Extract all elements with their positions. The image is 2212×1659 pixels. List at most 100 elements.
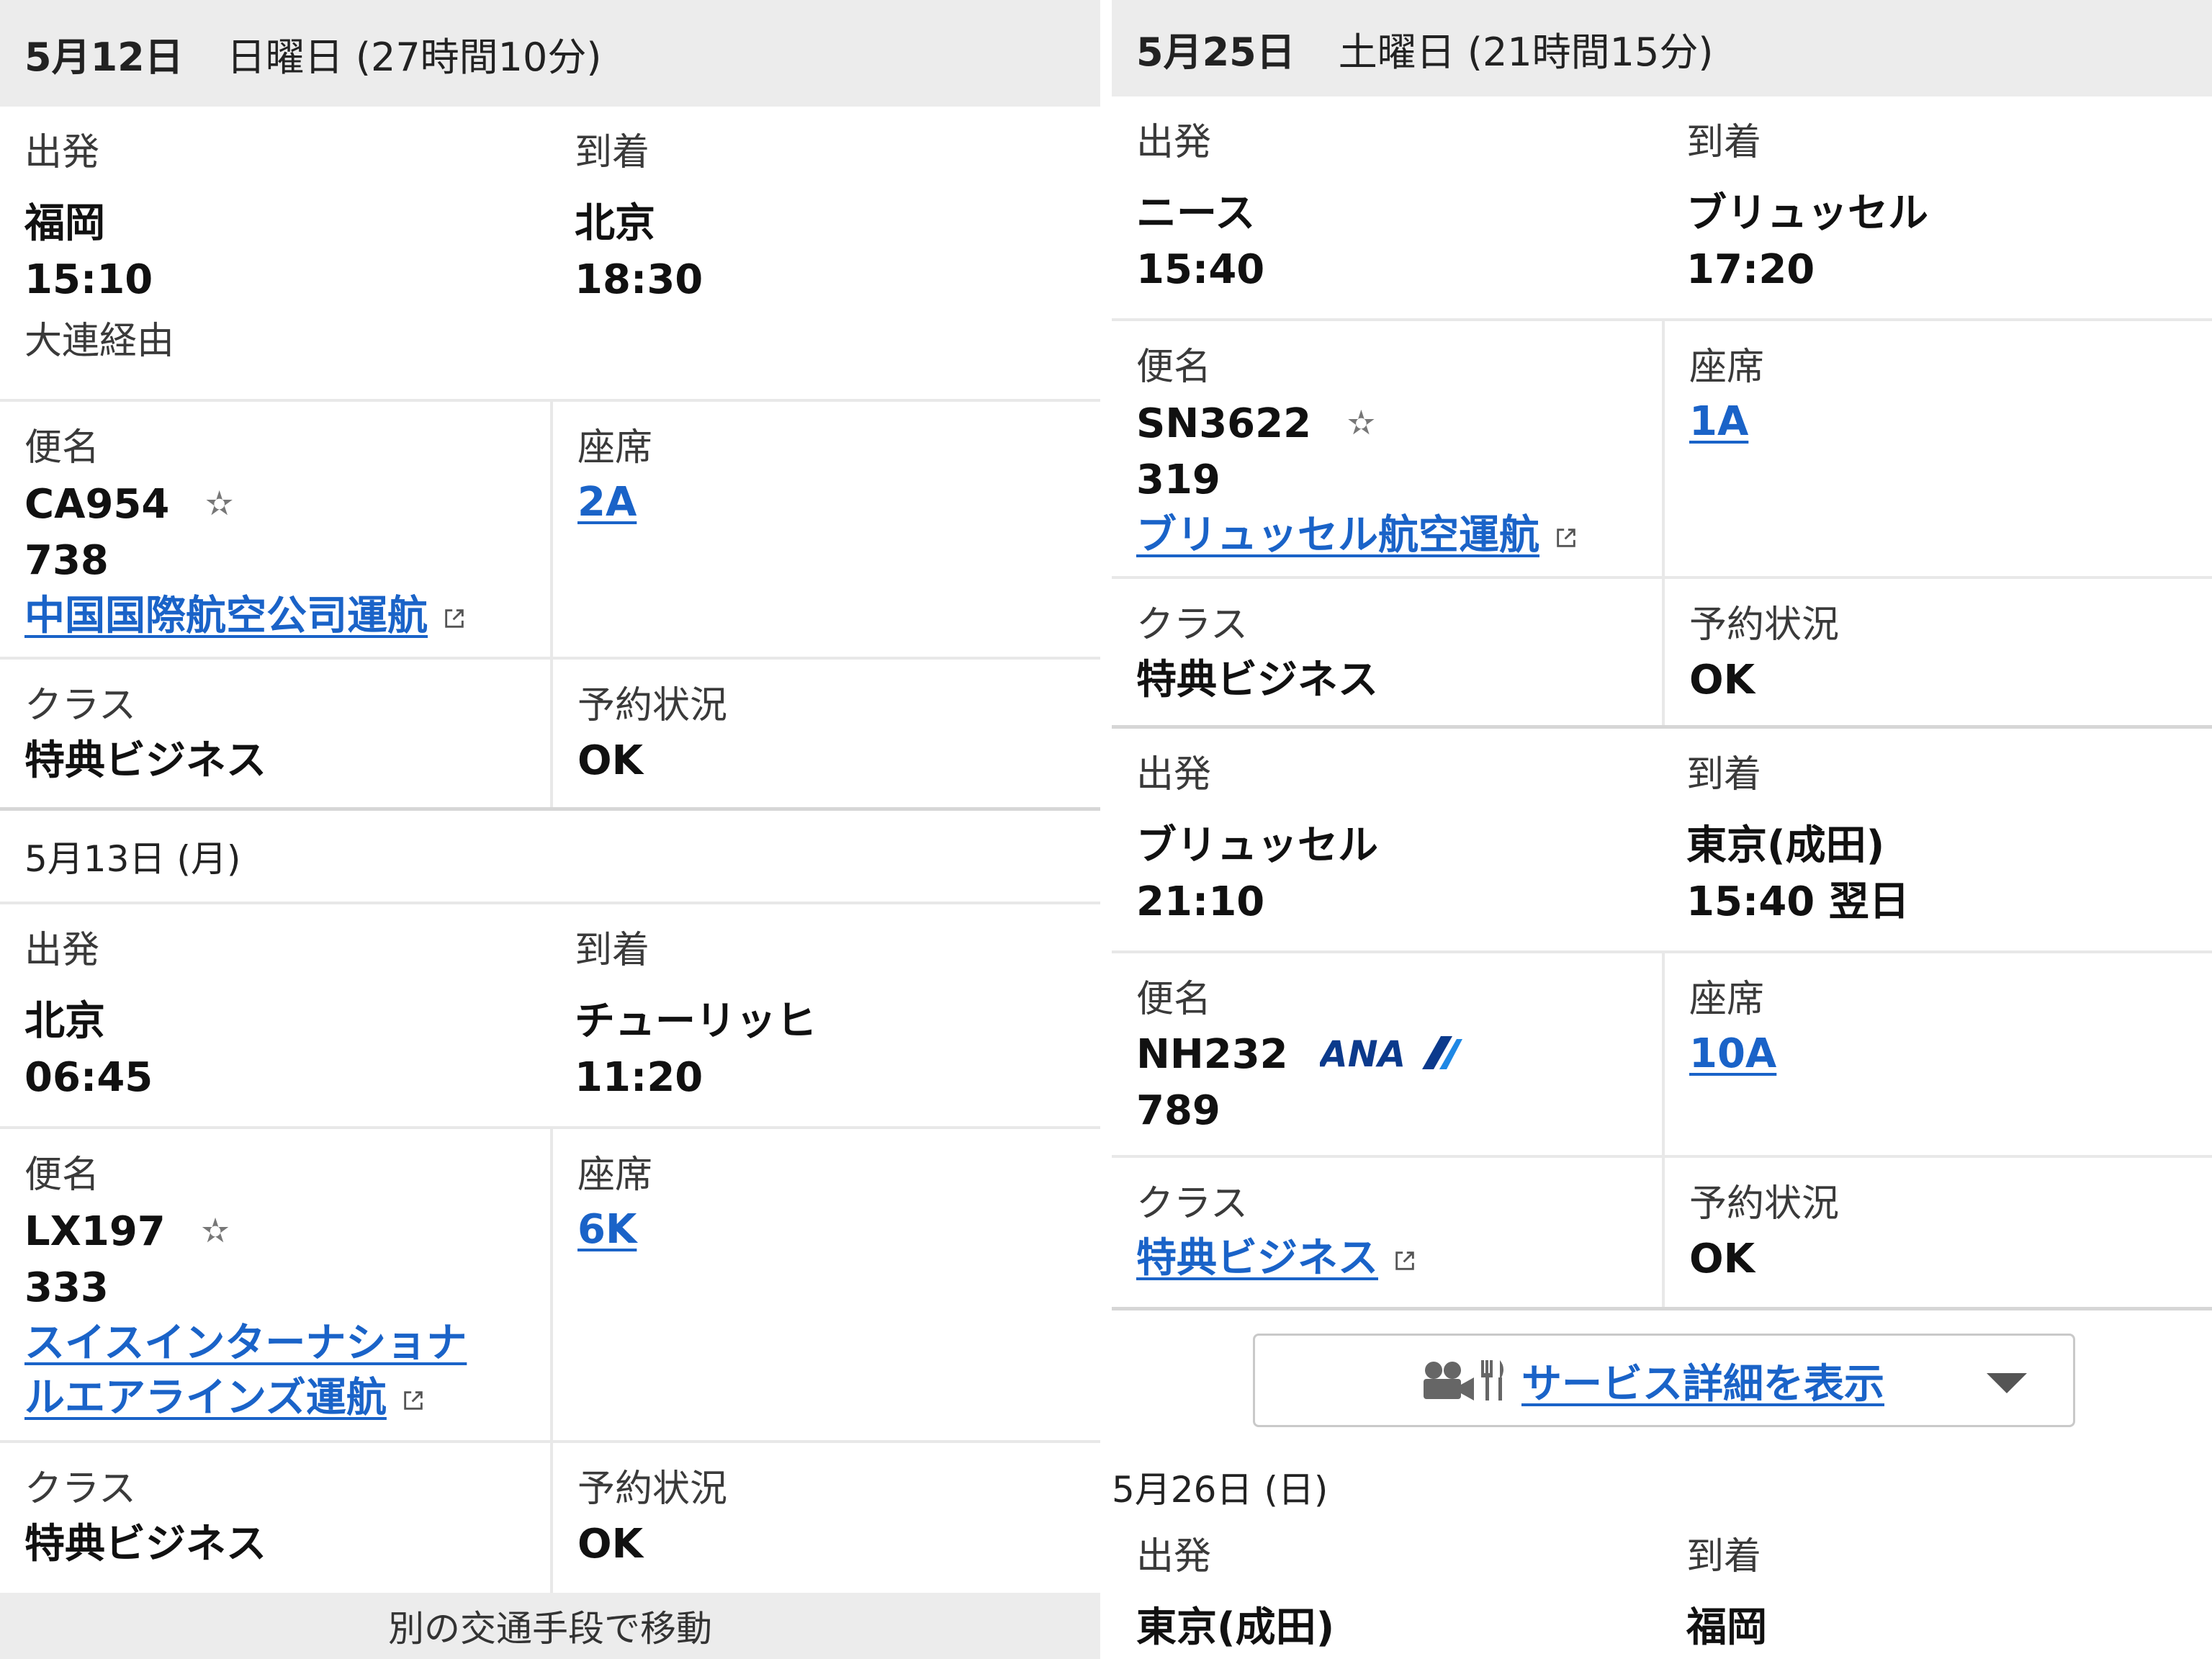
service-details-button[interactable]: サービス詳細を表示 xyxy=(1253,1334,2075,1427)
class-link[interactable]: 特典ビジネス xyxy=(1136,1235,1378,1282)
status-label: 予約状況 xyxy=(577,684,728,727)
arrive-city: 北京 xyxy=(575,200,655,247)
seat-link[interactable]: 1A xyxy=(1689,398,1748,445)
transfer-note: 別の交通手段で移動 xyxy=(0,1593,1100,1659)
star-alliance-icon: ✫ xyxy=(201,1211,230,1250)
chevron-down-icon xyxy=(1987,1373,2027,1393)
flight-cell: 便名 SN3622 ✫ 319 ブリュッセル航空運航 xyxy=(1112,321,1662,576)
seat-label: 座席 xyxy=(1689,346,1765,389)
flight-number: LX197 xyxy=(24,1208,166,1255)
flight-number: SN3622 xyxy=(1136,400,1312,447)
depart-time: 06:45 xyxy=(24,1054,153,1101)
day-info: 日曜日 (27時間10分) xyxy=(226,34,602,80)
class-label: クラス xyxy=(1136,603,1248,647)
day-header: 5月25日 土曜日 (21時間15分) xyxy=(1112,0,2212,96)
status-value: OK xyxy=(1689,657,1755,703)
route-row: 出発 ニース 15:40 到着 ブリュッセル 17:20 xyxy=(1112,96,2212,321)
external-link-icon xyxy=(445,609,464,628)
itinerary-left-panel: 5月12日 日曜日 (27時間10分) 出発 福岡 15:10 大連経由 到着 … xyxy=(0,0,1100,1659)
depart-city: 東京(成田) xyxy=(1136,1604,1335,1651)
depart-label: 出発 xyxy=(24,929,100,972)
depart-city: 北京 xyxy=(24,998,105,1045)
route-row: 出発 北京 06:45 到着 チューリッヒ 11:20 xyxy=(0,904,1100,1129)
flight-label: 便名 xyxy=(1136,978,1212,1021)
status-label: 予約状況 xyxy=(1689,603,1840,647)
class-label: クラス xyxy=(24,1467,136,1511)
class-row: クラス 特典ビジネス 予約状況 OK xyxy=(1112,1158,2212,1310)
star-alliance-icon: ✫ xyxy=(205,484,233,523)
seat-cell: 座席 2A xyxy=(550,402,1100,657)
aircraft-type: 738 xyxy=(24,537,109,584)
seat-cell: 座席 6K xyxy=(550,1129,1100,1440)
external-link-icon xyxy=(1557,529,1575,547)
flight-number: CA954 xyxy=(24,481,170,528)
flight-cell: 便名 LX197 ✫ 333 スイスインターナショナ ルエアラインズ運航 xyxy=(0,1129,550,1440)
star-alliance-icon: ✫ xyxy=(1347,403,1375,442)
external-link-icon xyxy=(404,1391,423,1410)
class-row: クラス 特典ビジネス 予約状況 OK xyxy=(0,660,1100,811)
day-date: 5月13日 (月) xyxy=(24,838,241,880)
flight-row: 便名 CA954 ✫ 738 中国国際航空公司運航 座席 2A xyxy=(0,402,1100,660)
aircraft-type: 333 xyxy=(24,1264,109,1311)
depart-city: ニース xyxy=(1136,190,1256,237)
day-header: 5月12日 日曜日 (27時間10分) xyxy=(0,0,1100,107)
flight-cell: 便名 NH232 ANA 789 xyxy=(1112,953,1662,1155)
ana-logo-icon: ANA xyxy=(1320,1033,1462,1074)
arrive-city: 福岡 xyxy=(1686,1604,1767,1651)
depart-time: 15:10 xyxy=(24,256,153,303)
depart-city: ブリュッセル xyxy=(1136,822,1378,869)
class-row: クラス 特典ビジネス 予約状況 OK xyxy=(0,1443,1100,1593)
arrive-time: 11:20 xyxy=(575,1054,703,1101)
service-details-label: サービス詳細を表示 xyxy=(1521,1360,1884,1408)
ana-logo-text: ANA xyxy=(1320,1033,1406,1074)
depart-city: 福岡 xyxy=(24,200,105,247)
operator-link-cont[interactable]: ルエアラインズ運航 xyxy=(24,1375,387,1421)
operator-link[interactable]: 中国国際航空公司運航 xyxy=(24,593,428,639)
seat-link[interactable]: 2A xyxy=(577,479,637,526)
seat-label: 座席 xyxy=(577,426,653,469)
arrive-label: 到着 xyxy=(575,929,650,972)
fork-knife-icon xyxy=(1481,1360,1503,1401)
external-link-icon xyxy=(1395,1251,1414,1270)
service-area: サービス詳細を表示 xyxy=(1112,1310,2212,1455)
day-date: 5月12日 xyxy=(24,34,184,80)
status-value: OK xyxy=(577,737,643,784)
seat-link[interactable]: 10A xyxy=(1689,1030,1776,1077)
operator-link[interactable]: スイスインターナショナ xyxy=(24,1320,467,1367)
route-row: 出発 福岡 15:10 大連経由 到着 北京 18:30 xyxy=(0,107,1100,402)
arrive-label: 到着 xyxy=(575,131,650,174)
day-info: 土曜日 (21時間15分) xyxy=(1338,29,1714,75)
depart-time: 21:10 xyxy=(1136,878,1265,925)
itinerary-right-panel: 5月25日 土曜日 (21時間15分) 出発 ニース 15:40 到着 ブリュッ… xyxy=(1112,0,2212,1659)
arrive-label: 到着 xyxy=(1686,121,1762,164)
transfer-note-text: 別の交通手段で移動 xyxy=(388,1608,712,1650)
status-value: OK xyxy=(577,1521,643,1568)
route-row: 出発 ブリュッセル 21:10 到着 東京(成田) 15:40 翌日 xyxy=(1112,729,2212,953)
depart-label: 出発 xyxy=(1136,121,1212,164)
movie-camera-icon xyxy=(1424,1362,1474,1401)
flight-label: 便名 xyxy=(1136,346,1212,389)
depart-label: 出発 xyxy=(1136,1535,1212,1578)
day-subheader: 5月13日 (月) xyxy=(0,811,1100,904)
status-value: OK xyxy=(1689,1236,1755,1282)
panel-gutter xyxy=(1100,0,1112,1659)
depart-label: 出発 xyxy=(1136,753,1212,796)
class-label: クラス xyxy=(1136,1182,1248,1226)
flight-row: 便名 LX197 ✫ 333 スイスインターナショナ ルエアラインズ運航 座席 6… xyxy=(0,1129,1100,1443)
day-subheader: 5月26日 (日) xyxy=(1112,1455,2212,1519)
flight-row: 便名 SN3622 ✫ 319 ブリュッセル航空運航 座席 1A xyxy=(1112,321,2212,579)
seat-link[interactable]: 6K xyxy=(577,1206,637,1253)
seat-label: 座席 xyxy=(1689,978,1765,1021)
seat-cell: 座席 10A xyxy=(1662,953,2212,1155)
seat-label: 座席 xyxy=(577,1154,653,1197)
depart-label: 出発 xyxy=(24,131,100,174)
class-value: 特典ビジネス xyxy=(24,737,266,784)
depart-time: 15:40 xyxy=(1136,246,1265,293)
route-row: 出発 東京(成田) 到着 福岡 xyxy=(1112,1519,2212,1659)
arrive-time: 15:40 翌日 xyxy=(1686,878,1910,925)
aircraft-type: 789 xyxy=(1136,1087,1220,1134)
arrive-city: 東京(成田) xyxy=(1686,822,1885,869)
arrive-label: 到着 xyxy=(1686,1535,1762,1578)
arrive-time: 18:30 xyxy=(575,256,703,303)
operator-link[interactable]: ブリュッセル航空運航 xyxy=(1136,512,1539,559)
